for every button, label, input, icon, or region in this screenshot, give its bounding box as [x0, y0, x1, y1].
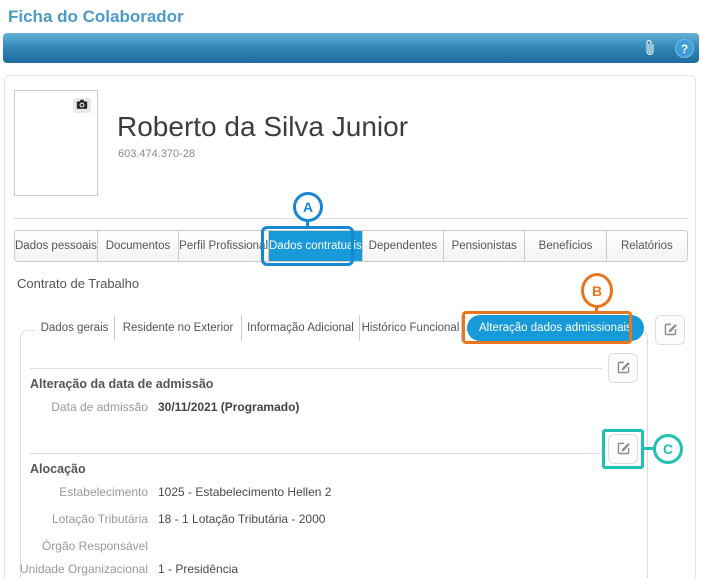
field-value: 30/11/2021 (Programado)	[158, 400, 299, 414]
annotation-c-marker: C	[653, 434, 683, 464]
tab-dados-contratuais[interactable]: Dados contratuais	[269, 231, 363, 261]
tab-dependentes[interactable]: Dependentes	[363, 231, 444, 261]
subtab-dados-gerais[interactable]: Dados gerais	[35, 315, 115, 341]
employee-record-page: Ficha do Colaborador ? Roberto da Silva …	[0, 0, 702, 578]
subtab-informacao-adicional[interactable]: Informação Adicional	[242, 315, 360, 341]
main-tab-bar: Dados pessoais Documentos Perfil Profiss…	[14, 230, 688, 262]
pencil-square-icon	[616, 440, 631, 458]
tab-perfil-profissional[interactable]: Perfil Profissional	[179, 231, 269, 261]
field-label: Unidade Organizacional	[18, 562, 148, 576]
camera-icon	[76, 97, 88, 115]
attachment-button[interactable]	[641, 38, 659, 58]
employee-photo-placeholder[interactable]	[14, 90, 98, 196]
tab-relatorios[interactable]: Relatórios	[607, 231, 687, 261]
toolbar: ?	[3, 33, 699, 63]
field-value: 18 - 1 Lotação Tributária - 2000	[158, 512, 325, 526]
page-title: Ficha do Colaborador	[8, 7, 184, 27]
field-value: 1 - Presidência	[158, 562, 238, 576]
subtab-historico-funcional[interactable]: Histórico Funcional	[360, 315, 462, 341]
tab-documentos[interactable]: Documentos	[98, 231, 179, 261]
field-label: Órgão Responsável	[18, 539, 148, 553]
contract-section-title: Contrato de Trabalho	[17, 276, 139, 291]
field-label: Estabelecimento	[18, 485, 148, 499]
edit-admission-date-button[interactable]	[608, 353, 638, 383]
contract-sub-tab-bar: Dados gerais Residente no Exterior Infor…	[35, 315, 644, 341]
pencil-square-icon	[663, 321, 678, 339]
upload-photo-button[interactable]	[73, 98, 91, 113]
subtab-residente-no-exterior[interactable]: Residente no Exterior	[115, 315, 242, 341]
edit-contract-button[interactable]	[655, 315, 685, 345]
section-title-admission-change: Alteração da data de admissão	[30, 377, 213, 391]
divider	[14, 218, 688, 219]
field-label: Data de admissão	[18, 400, 148, 414]
employee-name: Roberto da Silva Junior	[117, 111, 408, 143]
tab-dados-pessoais[interactable]: Dados pessoais	[15, 231, 98, 261]
paperclip-icon	[642, 45, 658, 60]
section-divider	[30, 453, 602, 454]
subtab-alteracao-dados-admissionais[interactable]: Alteração dados admissionais	[467, 315, 644, 341]
annotation-c-connector	[644, 447, 653, 450]
annotation-b-marker: B	[581, 273, 613, 308]
tab-beneficios[interactable]: Benefícios	[525, 231, 606, 261]
field-label: Lotação Tributária	[18, 512, 148, 526]
field-value: 1025 - Estabelecimento Hellen 2	[158, 485, 331, 499]
help-button[interactable]: ?	[675, 39, 694, 58]
edit-allocation-button[interactable]	[608, 434, 638, 464]
help-icon: ?	[681, 42, 688, 56]
annotation-a-marker: A	[293, 192, 323, 222]
pencil-square-icon	[616, 359, 631, 377]
section-title-allocation: Alocação	[30, 462, 86, 476]
employee-cpf: 603.474.370-28	[118, 148, 195, 160]
tab-pensionistas[interactable]: Pensionistas	[444, 231, 525, 261]
section-divider	[30, 368, 602, 369]
